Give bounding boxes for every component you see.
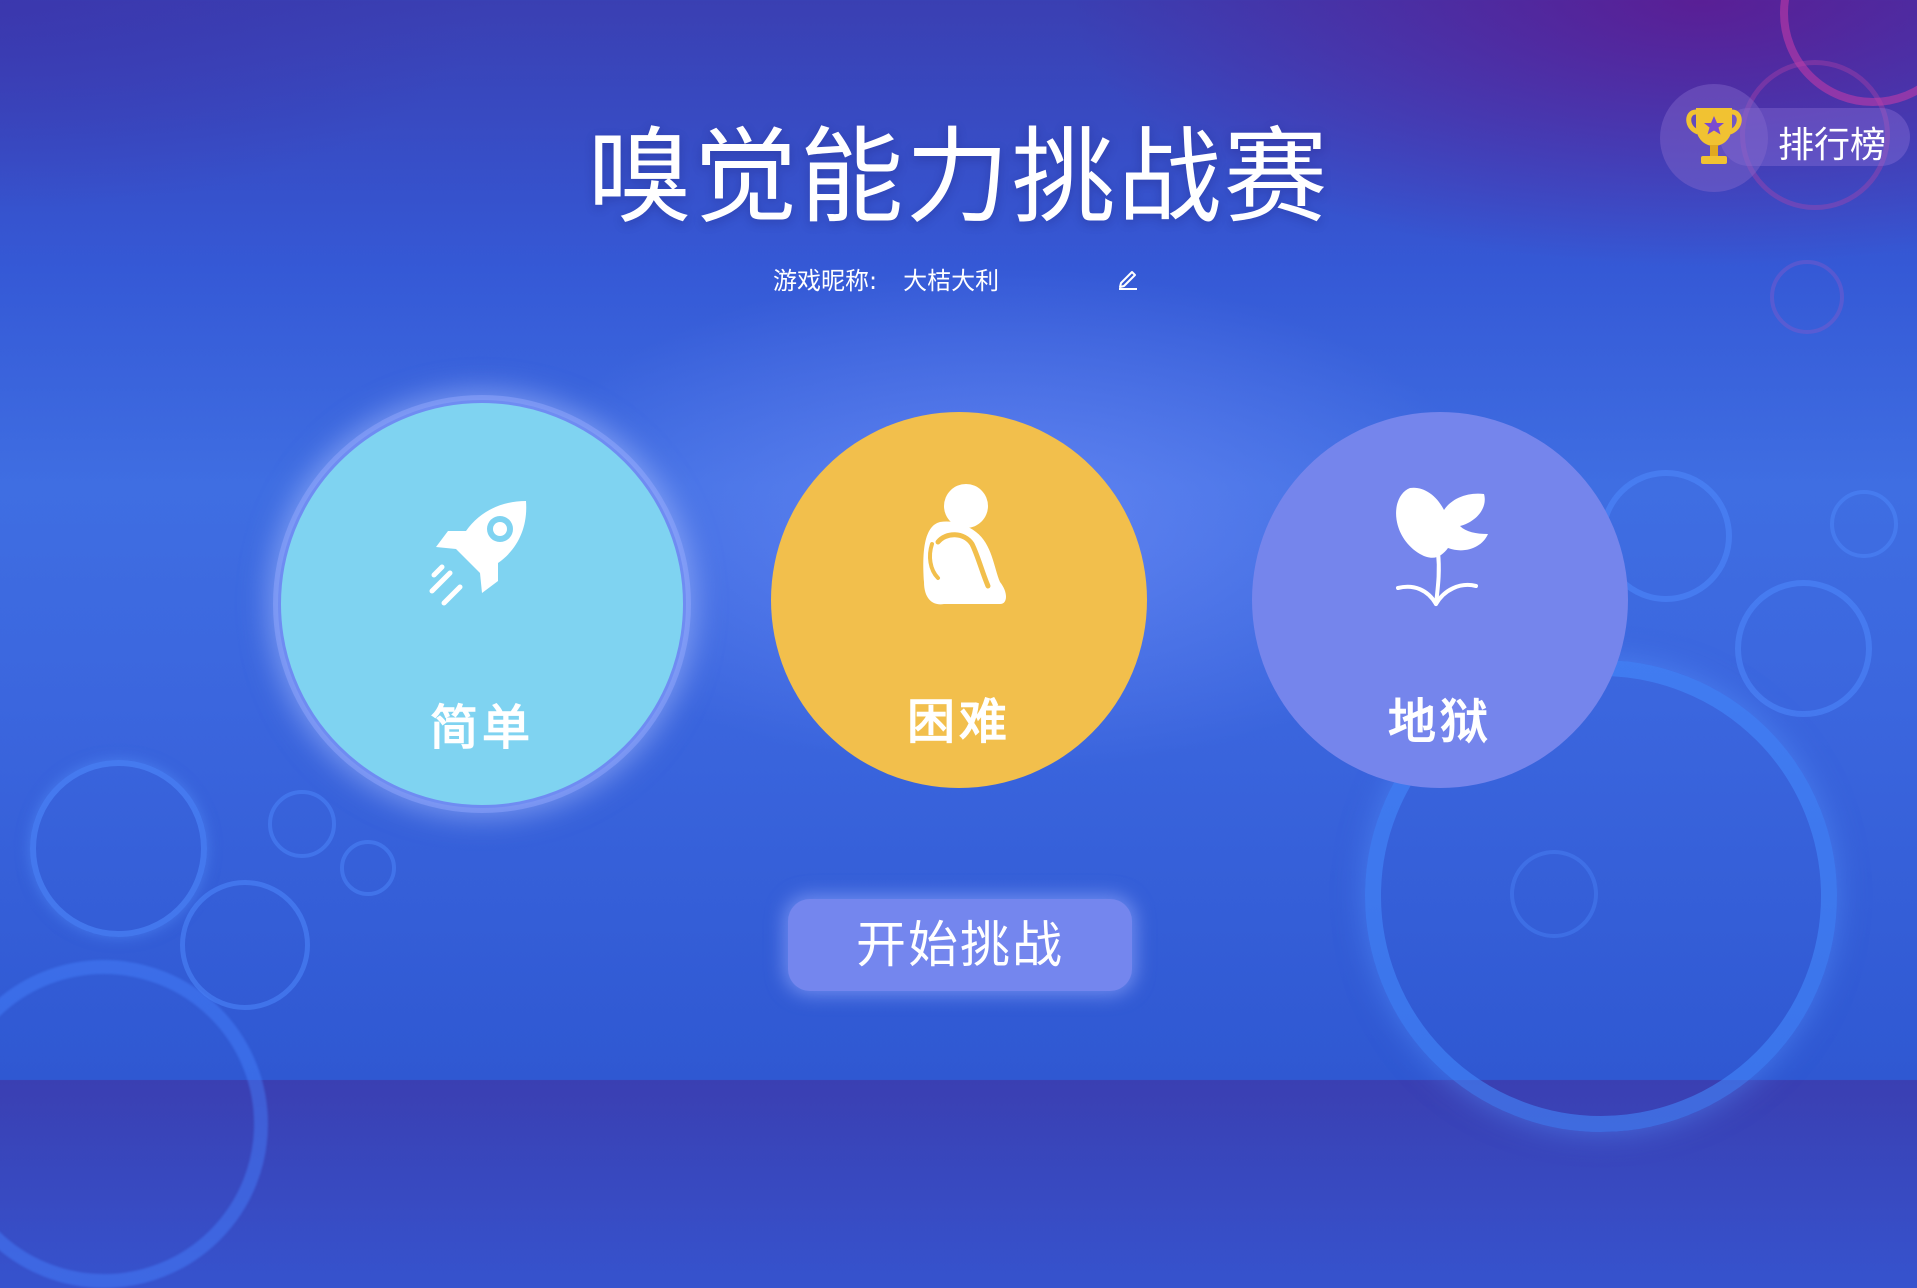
mode-easy-label: 简单 <box>429 700 534 756</box>
bubble-decoration <box>268 790 336 858</box>
bubble-decoration <box>180 880 310 1010</box>
bubble-decoration <box>1510 850 1598 938</box>
leaderboard-button[interactable]: 排行榜 <box>1660 84 1912 192</box>
bubble-decoration <box>340 840 396 896</box>
nickname-value: 大桔大利 <box>903 266 1000 295</box>
mode-hard-button[interactable]: 困难 <box>771 412 1147 788</box>
mode-hell-button[interactable]: 地狱 <box>1252 412 1628 788</box>
nickname-label: 游戏昵称: <box>773 266 878 295</box>
tulip-icon <box>1396 487 1488 606</box>
mode-hell-label: 地狱 <box>1387 694 1492 750</box>
rocket-icon-wrap <box>281 495 683 615</box>
tulip-icon-wrap <box>1252 482 1628 612</box>
bubble-decoration <box>1830 490 1898 558</box>
leaderboard-label: 排行榜 <box>1778 125 1887 166</box>
start-challenge-button[interactable]: 开始挑战 <box>788 899 1132 991</box>
bubble-decoration <box>0 960 268 1288</box>
mode-hard-label: 困难 <box>906 694 1011 750</box>
trophy-icon <box>1686 108 1742 164</box>
sitting-person-icon <box>923 484 1006 605</box>
bubble-decoration <box>1770 260 1844 334</box>
bubble-decoration <box>1735 580 1872 717</box>
sitting-person-icon-wrap <box>771 482 1147 612</box>
bubble-decoration <box>30 760 207 937</box>
nickname-row: 游戏昵称: 大桔大利 <box>773 258 1143 298</box>
rocket-icon <box>429 501 527 606</box>
mode-easy-button[interactable]: 简单 <box>278 400 686 808</box>
edit-icon[interactable] <box>1113 263 1143 293</box>
page-title: 嗅觉能力挑战赛 <box>587 116 1330 238</box>
